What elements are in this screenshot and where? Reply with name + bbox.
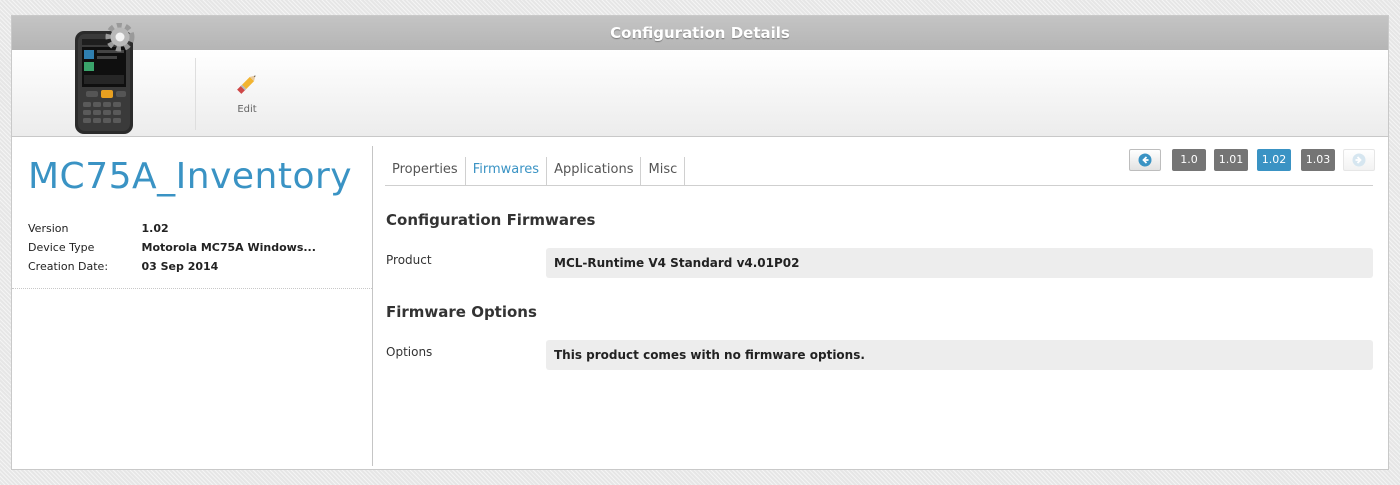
version-1-02-button[interactable]: 1.02 — [1257, 149, 1291, 171]
details-panel: Properties Firmwares Applications Misc 1… — [385, 138, 1375, 468]
pencil-icon — [237, 75, 256, 94]
meta-label: Version — [28, 222, 69, 235]
version-1-01-button[interactable]: 1.01 — [1214, 149, 1248, 171]
next-version-button[interactable] — [1343, 149, 1375, 171]
edit-label: Edit — [237, 104, 257, 115]
meta-value: 03 Sep 2014 — [141, 260, 219, 273]
configuration-summary: MC75A_Inventory Version 1.02 Device Type… — [12, 138, 372, 470]
meta-value: Motorola MC75A Windows... — [141, 241, 316, 254]
mobile-device-icon — [75, 22, 135, 134]
configuration-name: MC75A_Inventory — [28, 156, 353, 197]
version-1-0-button[interactable]: 1.0 — [1172, 149, 1206, 171]
version-navigator: 1.0 1.01 1.02 1.03 — [1129, 149, 1375, 173]
meta-label: Creation Date: — [28, 260, 109, 273]
product-value: MCL-Runtime V4 Standard v4.01P02 — [546, 248, 1373, 278]
summary-divider — [12, 288, 372, 289]
tab-misc[interactable]: Misc — [641, 157, 686, 185]
tab-applications[interactable]: Applications — [547, 157, 642, 185]
gear-icon — [105, 22, 135, 52]
meta-row-version: Version 1.02 — [28, 219, 316, 238]
arrow-left-icon — [1138, 153, 1152, 167]
version-1-03-button[interactable]: 1.03 — [1301, 149, 1335, 171]
previous-version-button[interactable] — [1129, 149, 1161, 171]
meta-row-device-type: Device Type Motorola MC75A Windows... — [28, 238, 316, 257]
toolbar: Edit — [12, 22, 1388, 137]
toolbar-divider — [195, 58, 196, 130]
tab-bar: Properties Firmwares Applications Misc — [385, 157, 686, 185]
panel-divider — [372, 146, 373, 466]
arrow-right-icon — [1352, 153, 1366, 167]
device-image — [72, 22, 142, 135]
tab-properties[interactable]: Properties — [385, 157, 466, 185]
meta-row-creation-date: Creation Date: 03 Sep 2014 — [28, 257, 316, 276]
product-label: Product — [386, 253, 432, 267]
configuration-firmwares-title: Configuration Firmwares — [386, 211, 596, 229]
options-value: This product comes with no firmware opti… — [546, 340, 1373, 370]
firmware-options-title: Firmware Options — [386, 303, 537, 321]
window-title: Configuration Details — [12, 16, 1388, 50]
meta-value: 1.02 — [141, 222, 169, 235]
meta-label: Device Type — [28, 241, 95, 254]
edit-button[interactable]: Edit — [226, 70, 268, 122]
tab-underline — [385, 185, 1373, 186]
configuration-details-window: Configuration Details Edit MC75A_Invento… — [11, 15, 1389, 470]
configuration-meta: Version 1.02 Device Type Motorola MC75A … — [28, 219, 316, 276]
tab-firmwares[interactable]: Firmwares — [466, 157, 548, 185]
options-label: Options — [386, 345, 433, 359]
